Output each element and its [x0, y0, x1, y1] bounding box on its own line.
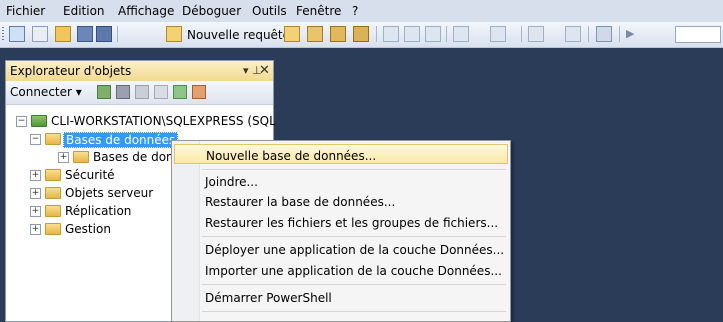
toolbar-separator: [446, 26, 447, 42]
expand-icon[interactable]: +: [30, 188, 41, 199]
folder-icon: [45, 205, 61, 217]
tree-label-server-objects: Objets serveur: [65, 186, 154, 200]
refresh-icon[interactable]: [173, 85, 187, 99]
activity-monitor-icon[interactable]: [596, 26, 612, 42]
connect-icon[interactable]: [97, 85, 111, 99]
menu-separator: [202, 311, 506, 312]
menu-bar: Fichier Edition Affichage Déboguer Outil…: [0, 0, 723, 22]
save-icon[interactable]: [77, 26, 93, 42]
query-xmla-icon[interactable]: [353, 26, 369, 42]
menu-item-import-data-tier[interactable]: Importer une application de la couche Do…: [174, 260, 508, 280]
close-icon[interactable]: ✕: [259, 63, 270, 78]
tree-label-server: CLI-WORKSTATION\SQLEXPRESS (SQL: [51, 114, 276, 128]
toolbar-separator: [619, 26, 620, 42]
menu-separator: [202, 284, 506, 285]
toolbar-search-input[interactable]: [675, 26, 721, 43]
folder-icon: [45, 187, 61, 199]
filter-icon[interactable]: [154, 85, 168, 99]
menu-separator: [202, 236, 506, 237]
menu-item-attach[interactable]: Joindre...: [174, 171, 508, 191]
toolbar-separator: [521, 26, 522, 42]
paste-icon[interactable]: [425, 26, 441, 42]
menu-item-deploy-data-tier[interactable]: Déployer une application de la couche Do…: [174, 239, 508, 259]
disconnect-icon[interactable]: [116, 85, 130, 99]
tree-label-management: Gestion: [65, 222, 111, 236]
menu-item-label: Démarrer PowerShell: [205, 291, 332, 305]
save-all-icon[interactable]: [96, 26, 112, 42]
toolbar-separator: [376, 26, 377, 42]
navigate-forward-icon[interactable]: [565, 26, 581, 42]
tree-node-server[interactable]: − CLI-WORKSTATION\SQLEXPRESS (SQL: [6, 113, 276, 131]
query-analysis-icon[interactable]: [307, 26, 323, 42]
activity-icon[interactable]: [192, 85, 206, 99]
query-mining-icon[interactable]: [330, 26, 346, 42]
toolbar-separator: [117, 26, 118, 42]
menu-item-label: Joindre...: [205, 175, 258, 189]
folder-icon: [45, 133, 61, 145]
new-query-button[interactable]: Nouvelle requête: [187, 28, 290, 42]
new-project-icon[interactable]: [9, 26, 25, 42]
new-query-icon[interactable]: [166, 26, 182, 42]
toolbar-grip-icon[interactable]: [2, 27, 4, 42]
menu-item-label: Restaurer les fichiers et les groupes de…: [205, 216, 499, 230]
tree-label-databases: Bases de données: [63, 132, 179, 148]
connect-button[interactable]: Connecter ▾: [10, 85, 82, 99]
menu-help[interactable]: ?: [352, 4, 358, 18]
menu-item-new-database[interactable]: Nouvelle base de données...: [174, 144, 508, 164]
folder-icon: [73, 151, 89, 163]
collapse-icon[interactable]: −: [16, 116, 27, 127]
menu-item-start-powershell[interactable]: Démarrer PowerShell: [174, 287, 508, 307]
tree-label-security: Sécurité: [65, 168, 115, 182]
expand-icon[interactable]: +: [30, 206, 41, 217]
copy-icon[interactable]: [404, 26, 420, 42]
open-file-icon[interactable]: [55, 26, 71, 42]
tree-label-system-databases: Bases de don: [93, 150, 174, 164]
stop-icon[interactable]: [135, 85, 149, 99]
cut-icon[interactable]: [383, 26, 399, 42]
menu-fenetre[interactable]: Fenêtre: [296, 4, 341, 18]
menu-item-label: Nouvelle base de données...: [206, 149, 377, 163]
menu-separator: [202, 169, 506, 170]
menu-outils[interactable]: Outils: [252, 4, 287, 18]
menu-fichier[interactable]: Fichier: [6, 4, 45, 18]
add-item-icon[interactable]: [32, 26, 48, 42]
expand-icon[interactable]: +: [30, 170, 41, 181]
menu-affichage[interactable]: Affichage: [118, 4, 174, 18]
tree-label-replication: Réplication: [65, 204, 132, 218]
menu-item-restore-database[interactable]: Restaurer la base de données...: [174, 191, 508, 211]
server-icon: [31, 115, 47, 127]
menu-item-label: Déployer une application de la couche Do…: [205, 243, 505, 257]
folder-icon: [45, 169, 61, 181]
toolbar-separator: [588, 26, 589, 42]
object-explorer-title: Explorateur d'objets: [10, 64, 132, 78]
menu-item-restore-files[interactable]: Restaurer les fichiers et les groupes de…: [174, 212, 508, 232]
object-explorer-toolbar: Connecter ▾: [6, 81, 273, 105]
query-db-engine-icon[interactable]: [284, 26, 300, 42]
run-icon[interactable]: ▶: [626, 26, 642, 42]
collapse-icon[interactable]: −: [30, 134, 41, 145]
folder-icon: [45, 223, 61, 235]
menu-item-label: Importer une application de la couche Do…: [205, 264, 502, 278]
expand-icon[interactable]: +: [30, 224, 41, 235]
menu-item-label: Restaurer la base de données...: [205, 195, 396, 209]
menu-deboguer[interactable]: Déboguer: [182, 4, 241, 18]
context-menu: Nouvelle base de données... Joindre... R…: [171, 140, 511, 322]
expand-icon[interactable]: +: [58, 152, 69, 163]
menu-edition[interactable]: Edition: [63, 4, 105, 18]
object-explorer-header: Explorateur d'objets ▾ ⊥ ✕: [6, 61, 273, 81]
undo-icon[interactable]: [453, 26, 469, 42]
main-toolbar: Nouvelle requête ▶: [0, 22, 723, 48]
navigate-backward-icon[interactable]: [528, 26, 544, 42]
redo-icon[interactable]: [490, 26, 506, 42]
